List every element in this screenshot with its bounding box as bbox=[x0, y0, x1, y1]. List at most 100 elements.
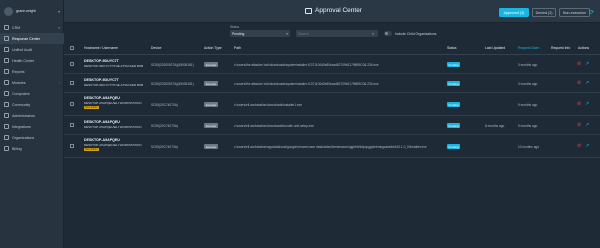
open-details-icon[interactable]: ↗ bbox=[585, 143, 589, 149]
status-badge: Pending bbox=[447, 102, 461, 108]
path: c:\users\the attacker bob\downloads\syst… bbox=[234, 63, 379, 67]
computers-icon bbox=[4, 91, 9, 96]
search-input[interactable] bbox=[296, 30, 378, 37]
username: DESKTOP-A5APQEU\ELI WORKSTATION bbox=[84, 101, 142, 105]
device: SC55(20200927A)(65005181) bbox=[151, 82, 194, 86]
open-details-icon[interactable]: ↗ bbox=[585, 122, 589, 128]
column-request-info[interactable]: Request Info bbox=[551, 46, 570, 50]
column-request-date[interactable]: Request Date ↓ bbox=[518, 46, 541, 50]
reports-icon bbox=[4, 69, 9, 74]
page-title-group: Approval Center bbox=[305, 7, 362, 14]
include-child-orgs-toggle[interactable] bbox=[384, 31, 392, 36]
sidebar-item-integrations[interactable]: Integrations bbox=[0, 121, 64, 132]
request-date: 9 months ago bbox=[518, 124, 538, 128]
column-action-type[interactable]: Action Type bbox=[204, 46, 222, 50]
organizations-icon bbox=[4, 135, 9, 140]
table-row: DESKTOP-9DUYC7T DESKTOP-9DUYC7T\THE ATTA… bbox=[64, 55, 600, 74]
sidebar-item-billing[interactable]: Billing bbox=[0, 143, 64, 154]
action-type-badge: Execute bbox=[204, 144, 219, 150]
select-all-checkbox[interactable] bbox=[70, 46, 74, 50]
table-header: Hostname / Username Device Action Type P… bbox=[64, 41, 600, 55]
refresh-icon[interactable]: ⟳ bbox=[589, 9, 594, 16]
sidebar: grace.wright ▾ CRM ▾ Response Center Uni… bbox=[0, 0, 64, 248]
row-checkbox[interactable] bbox=[70, 123, 74, 127]
hostname[interactable]: DESKTOP-A5APQEU bbox=[84, 96, 120, 100]
denied-button[interactable]: Denied (2) bbox=[532, 8, 556, 17]
approved-button[interactable]: Approved (3) bbox=[499, 8, 529, 17]
row-checkbox[interactable] bbox=[70, 81, 74, 85]
path: c:\users\eli.workstation\appdata\local\g… bbox=[234, 145, 427, 149]
billing-icon bbox=[4, 146, 9, 151]
table-row: DESKTOP-9DUYC7T DESKTOP-9DUYC7T\THE ATTA… bbox=[64, 74, 600, 93]
username: DESKTOP-A5APQEU\ELI WORKSTATION bbox=[84, 125, 142, 129]
sidebar-item-crm[interactable]: CRM ▾ bbox=[0, 22, 64, 33]
sidebar-item-label: Unified Audit bbox=[12, 47, 33, 52]
sidebar-item-health-center[interactable]: Health Center bbox=[0, 55, 64, 66]
column-actions: Actions bbox=[578, 46, 590, 50]
community-icon bbox=[4, 102, 9, 107]
column-status[interactable]: Status bbox=[447, 46, 457, 50]
status-filter-label: Status bbox=[230, 25, 240, 29]
search-icon: ⌕ bbox=[372, 31, 375, 36]
username: DESKTOP-9DUYC7T\THE ATTACKER BOB bbox=[84, 83, 144, 87]
status-badge: Pending bbox=[447, 62, 461, 68]
column-device[interactable]: Device bbox=[151, 46, 161, 50]
sidebar-item-label: Health Center bbox=[12, 58, 35, 63]
status-badge: Pending bbox=[447, 81, 461, 87]
username: DESKTOP-A5APQEU\ELI WORKSTATION bbox=[84, 143, 142, 147]
sidebar-item-label: Computers bbox=[12, 91, 30, 96]
table-row: DESKTOP-A5APQEU DESKTOP-A5APQEU\ELI WORK… bbox=[64, 116, 600, 135]
status-filter-value: Pending bbox=[232, 31, 245, 36]
status-badge: Pending bbox=[447, 123, 461, 129]
row-checkbox[interactable] bbox=[70, 102, 74, 106]
device: SC55(20200927A)(65005181) bbox=[151, 63, 194, 67]
table-row: DESKTOP-A5APQEU DESKTOP-A5APQEU\ELI WORK… bbox=[64, 93, 600, 116]
column-last-updated[interactable]: Last Updated bbox=[485, 46, 505, 50]
health-icon bbox=[4, 58, 9, 63]
status-badge: Pending bbox=[447, 144, 461, 150]
deny-icon[interactable]: ⊘ bbox=[577, 80, 581, 86]
sidebar-item-community[interactable]: Community bbox=[0, 99, 64, 110]
row-checkbox[interactable] bbox=[70, 62, 74, 66]
sidebar-item-organizations[interactable]: Organizations bbox=[0, 132, 64, 143]
path: c:\users\eli.workstation\downloads\insta… bbox=[234, 103, 303, 107]
action-type-badge: Execute bbox=[204, 81, 219, 87]
username: grace.wright bbox=[16, 9, 36, 13]
deny-icon[interactable]: ⊘ bbox=[577, 143, 581, 149]
sidebar-item-label: Community bbox=[12, 102, 31, 107]
hostname[interactable]: DESKTOP-9DUYC7T bbox=[84, 59, 119, 63]
device: SC55(20C74070A) bbox=[151, 103, 178, 107]
request-date: 9 months ago bbox=[518, 103, 538, 107]
column-path[interactable]: Path bbox=[234, 46, 241, 50]
open-details-icon[interactable]: ↗ bbox=[585, 80, 589, 86]
hostname[interactable]: DESKTOP-9DUYC7T bbox=[84, 78, 119, 82]
request-date: 10 months ago bbox=[518, 145, 540, 149]
sidebar-item-label: Integrations bbox=[12, 124, 31, 129]
sidebar-item-response-center[interactable]: Response Center bbox=[0, 33, 64, 44]
open-details-icon[interactable]: ↗ bbox=[585, 61, 589, 67]
status-filter-select[interactable]: Pending ▾ bbox=[230, 30, 290, 37]
table-row: DESKTOP-A5APQEU DESKTOP-A5APQEU\ELI WORK… bbox=[64, 135, 600, 158]
user-menu[interactable]: grace.wright ▾ bbox=[4, 5, 60, 17]
chevron-down-icon: ▾ bbox=[286, 31, 288, 36]
sidebar-item-reports[interactable]: Reports bbox=[0, 66, 64, 77]
action-type-badge: Execute bbox=[204, 123, 219, 129]
audit-icon bbox=[4, 47, 9, 52]
open-details-icon[interactable]: ↗ bbox=[585, 101, 589, 107]
deny-icon[interactable]: ⊘ bbox=[577, 101, 581, 107]
hostname[interactable]: DESKTOP-A5APQEU bbox=[84, 120, 120, 124]
row-checkbox[interactable] bbox=[70, 144, 74, 148]
deny-icon[interactable]: ⊘ bbox=[577, 61, 581, 67]
sidebar-item-unified-audit[interactable]: Unified Audit bbox=[0, 44, 64, 55]
non-execution-button[interactable]: Non-execution bbox=[559, 8, 590, 17]
sidebar-item-label: Billing bbox=[12, 146, 22, 151]
hostname[interactable]: DESKTOP-A5APQEU bbox=[84, 138, 120, 142]
path: c:\users\the attacker bob\downloads\syst… bbox=[234, 82, 379, 86]
sidebar-item-administrators[interactable]: Administrators bbox=[0, 110, 64, 121]
action-type-badge: Execute bbox=[204, 62, 219, 68]
sidebar-item-computers[interactable]: Computers bbox=[0, 88, 64, 99]
non-admin-badge: Non Admin bbox=[84, 106, 99, 109]
deny-icon[interactable]: ⊘ bbox=[577, 122, 581, 128]
column-hostname[interactable]: Hostname / Username bbox=[84, 46, 118, 50]
sidebar-item-modules[interactable]: Modules › bbox=[0, 77, 64, 88]
